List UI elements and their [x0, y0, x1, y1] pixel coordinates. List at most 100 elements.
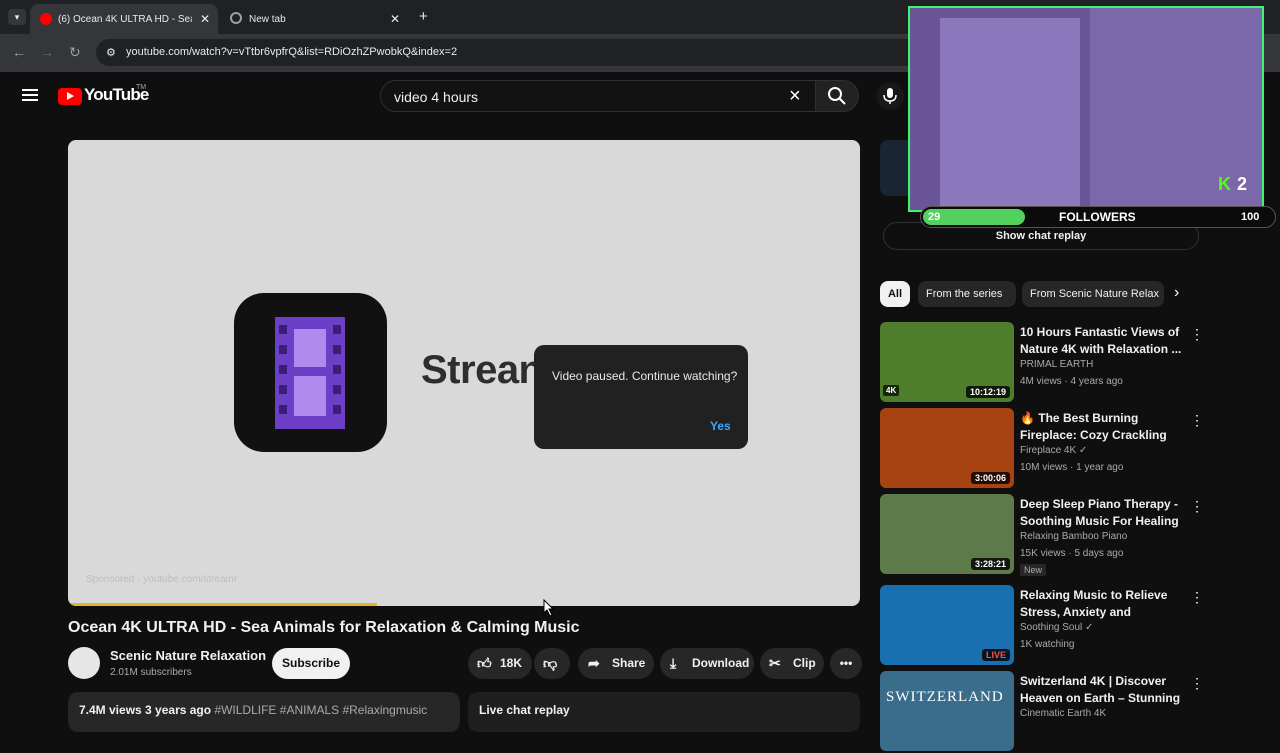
reload-icon[interactable]: ↻	[69, 44, 81, 61]
followers-label: FOLLOWERS	[1059, 210, 1136, 224]
dislike-button[interactable]: 👎︎	[534, 648, 570, 679]
more-vertical-icon[interactable]: ⋮	[1190, 589, 1204, 606]
more-vertical-icon[interactable]: ⋮	[1190, 412, 1204, 429]
duration-badge: 3:28:21	[970, 558, 1010, 570]
more-dots-icon: •••	[839, 656, 853, 670]
recommendation-title[interactable]: 🔥 The Best Burning Fireplace: Cozy Crack…	[1020, 410, 1182, 444]
recommendation-channel[interactable]: Relaxing Bamboo Piano	[1020, 531, 1127, 542]
chip-from-channel[interactable]: From Scenic Nature Relax	[1022, 281, 1164, 307]
more-vertical-icon[interactable]: ⋮	[1190, 326, 1204, 343]
dialog-message: Video paused. Continue watching?	[552, 369, 738, 383]
close-icon[interactable]: ✕	[390, 12, 400, 26]
followers-goal-bar: 29 FOLLOWERS 100	[920, 206, 1276, 228]
recommendation-item[interactable]: SWITZERLAND Switzerland 4K | Discover Hea…	[880, 671, 1210, 753]
forward-arrow-icon[interactable]: →	[40, 44, 54, 60]
thumbs-down-icon: 👎︎	[543, 655, 558, 671]
recommendation-item[interactable]: LIVE Relaxing Music to Relieve Stress, An…	[880, 585, 1210, 667]
duration-badge: 10:12:19	[965, 386, 1010, 398]
channel-name[interactable]: Scenic Nature Relaxation	[110, 648, 266, 663]
chrome-favicon-icon	[230, 12, 242, 24]
download-icon: ⤓	[670, 655, 677, 671]
live-chat-replay-panel[interactable]: Live chat replay	[468, 692, 860, 732]
playback-progress-bar[interactable]	[68, 603, 377, 606]
recommendation-title[interactable]: 10 Hours Fantastic Views of Nature 4K wi…	[1020, 324, 1182, 358]
recommendation-channel[interactable]: Cinematic Earth 4K	[1020, 708, 1106, 719]
mouse-cursor-icon	[543, 599, 555, 617]
recommendation-thumbnail[interactable]: 3:28:21	[880, 494, 1014, 574]
recommendation-meta: 15K views · 5 days ago	[1020, 548, 1124, 559]
yes-button[interactable]: Yes	[710, 419, 731, 433]
download-label: Download	[692, 656, 750, 670]
recommendation-title[interactable]: Deep Sleep Piano Therapy - Soothing Musi…	[1020, 496, 1182, 530]
chevron-right-icon[interactable]: ›	[1174, 284, 1179, 302]
ad-brand-text: Strean	[421, 348, 543, 392]
film-strip-icon	[275, 317, 345, 429]
tab-search-button[interactable]: ▾	[8, 9, 26, 25]
url-text: youtube.com/watch?v=vTtbr6vpfrQ&list=RDi…	[126, 46, 458, 58]
search-icon	[828, 87, 846, 105]
webcam-feed: K2	[908, 6, 1264, 212]
live-chat-replay-label: Live chat replay	[479, 703, 570, 717]
tab-youtube[interactable]: (6) Ocean 4K ULTRA HD - Sea A ✕	[30, 4, 218, 34]
recommendation-title[interactable]: Switzerland 4K | Discover Heaven on Eart…	[1020, 673, 1182, 707]
search-input[interactable]: video 4 hours ×	[380, 80, 816, 112]
description-box[interactable]: 7.4M views 3 years ago #WILDLIFE #ANIMAL…	[68, 692, 460, 732]
share-button[interactable]: ➦ Share	[578, 648, 654, 679]
clip-label: Clip	[793, 656, 816, 670]
more-actions-button[interactable]: •••	[830, 648, 862, 679]
video-title: Ocean 4K ULTRA HD - Sea Animals for Rela…	[68, 619, 580, 636]
recommendation-channel[interactable]: Soothing Soul ✓	[1020, 622, 1093, 633]
followers-current: 29	[928, 211, 941, 223]
tab-title: (6) Ocean 4K ULTRA HD - Sea A	[58, 14, 192, 25]
live-badge: LIVE	[981, 649, 1010, 661]
close-icon[interactable]: ✕	[200, 12, 210, 26]
share-arrow-icon: ➦	[588, 655, 600, 671]
menu-icon[interactable]	[22, 89, 38, 101]
webcam-door-shape	[940, 18, 1080, 208]
download-button[interactable]: ⤓ Download	[660, 648, 754, 679]
clip-button[interactable]: ✂ Clip	[760, 648, 824, 679]
recommendation-thumbnail[interactable]: 3:00:06	[880, 408, 1014, 488]
recommendation-item[interactable]: 3:00:06 🔥 The Best Burning Fireplace: Coz…	[880, 408, 1210, 490]
scissors-icon: ✂	[769, 655, 781, 671]
thumbnail-label: SWITZERLAND	[886, 689, 1004, 705]
share-label: Share	[612, 656, 646, 670]
hashtags[interactable]: #WILDLIFE #ANIMALS #Relaxingmusic	[214, 703, 427, 717]
kick-logo-icon: K	[1218, 174, 1231, 194]
4k-badge: 4K	[883, 385, 900, 396]
back-arrow-icon[interactable]: ←	[12, 44, 26, 60]
continue-watching-dialog: Video paused. Continue watching? Yes	[534, 345, 748, 449]
like-button[interactable]: 👍︎ 18K	[468, 648, 532, 679]
microphone-icon	[883, 88, 897, 104]
thumbs-up-icon: 👍︎	[477, 655, 492, 671]
subscribe-button[interactable]: Subscribe	[272, 648, 350, 679]
chip-all[interactable]: All	[880, 281, 910, 307]
recommendation-thumbnail[interactable]: SWITZERLAND	[880, 671, 1014, 751]
recommendation-item[interactable]: 3:28:21 Deep Sleep Piano Therapy - Soothi…	[880, 494, 1210, 576]
new-tab-button[interactable]: +	[419, 8, 428, 25]
site-info-icon[interactable]: ⚙	[106, 46, 116, 59]
more-vertical-icon[interactable]: ⋮	[1190, 498, 1204, 515]
like-count: 18K	[500, 656, 523, 670]
tab-new-tab[interactable]: New tab ✕	[222, 4, 412, 34]
clear-search-icon[interactable]: ×	[789, 85, 801, 108]
url-field[interactable]: ⚙ youtube.com/watch?v=vTtbr6vpfrQ&list=R…	[96, 39, 956, 66]
followers-goal: 100	[1241, 211, 1260, 223]
recommendation-thumbnail[interactable]: 4K 10:12:19	[880, 322, 1014, 402]
duration-badge: 3:00:06	[970, 472, 1010, 484]
chip-from-series[interactable]: From the series	[918, 281, 1016, 307]
more-vertical-icon[interactable]: ⋮	[1190, 675, 1204, 692]
subscriber-count: 2.01M subscribers	[110, 667, 192, 678]
recommendation-channel[interactable]: PRIMAL EARTH	[1020, 359, 1093, 370]
kick-count-badge: K2	[1218, 174, 1247, 195]
recommendation-thumbnail[interactable]: LIVE	[880, 585, 1014, 665]
recommendation-channel[interactable]: Fireplace 4K ✓	[1020, 445, 1087, 456]
recommendation-title[interactable]: Relaxing Music to Relieve Stress, Anxiet…	[1020, 587, 1182, 621]
search-query: video 4 hours	[394, 89, 479, 105]
sponsored-label[interactable]: Sponsored · youtube.com/streamr	[86, 574, 237, 585]
search-button[interactable]	[815, 80, 859, 112]
recommendation-meta: 10M views · 1 year ago	[1020, 462, 1124, 473]
stream-overlay: K2 29 FOLLOWERS 100	[900, 0, 1280, 232]
channel-avatar[interactable]	[68, 647, 100, 679]
recommendation-item[interactable]: 4K 10:12:19 10 Hours Fantastic Views of Na…	[880, 322, 1210, 404]
